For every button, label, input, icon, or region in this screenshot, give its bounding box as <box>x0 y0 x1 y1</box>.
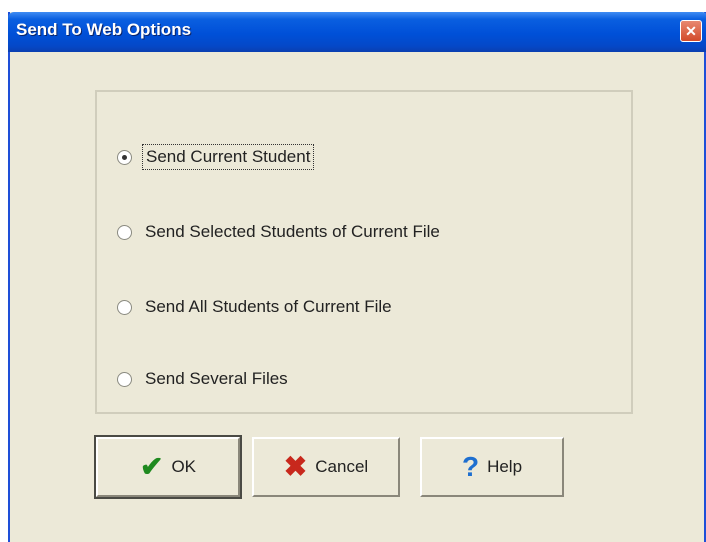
radio-label[interactable]: Send All Students of Current File <box>142 295 395 319</box>
cancel-button[interactable]: ✖ Cancel <box>252 437 400 497</box>
send-options-group: Send Current Student Send Selected Stude… <box>95 90 633 414</box>
radio-button[interactable] <box>117 224 132 240</box>
title-bar[interactable]: Send To Web Options ✕ <box>8 12 706 52</box>
radio-option-send-selected-students[interactable]: Send Selected Students of Current File <box>117 217 443 247</box>
help-button[interactable]: ? Help <box>420 437 564 497</box>
radio-label[interactable]: Send Selected Students of Current File <box>142 220 443 244</box>
question-mark-icon: ? <box>461 451 480 482</box>
ok-button-label: OK <box>171 457 197 476</box>
radio-option-send-all-students[interactable]: Send All Students of Current File <box>117 292 395 322</box>
close-icon: ✕ <box>685 23 697 39</box>
radio-label[interactable]: Send Current Student <box>142 144 315 170</box>
checkmark-icon: ✔ <box>139 451 164 482</box>
radio-option-send-current-student[interactable]: Send Current Student <box>117 142 315 172</box>
ok-button[interactable]: ✔ OK <box>94 435 242 499</box>
dialog-window: Send To Web Options ✕ Send Current Stude… <box>8 12 706 542</box>
window-title: Send To Web Options <box>16 20 192 39</box>
help-button-label: Help <box>487 457 523 476</box>
radio-option-send-several-files[interactable]: Send Several Files <box>117 364 291 394</box>
x-icon: ✖ <box>283 451 308 482</box>
radio-label[interactable]: Send Several Files <box>142 367 291 391</box>
radio-button-selected[interactable] <box>117 149 132 165</box>
radio-button[interactable] <box>117 371 132 387</box>
close-button[interactable]: ✕ <box>680 20 702 42</box>
radio-button[interactable] <box>117 299 132 315</box>
cancel-button-label: Cancel <box>315 457 369 476</box>
